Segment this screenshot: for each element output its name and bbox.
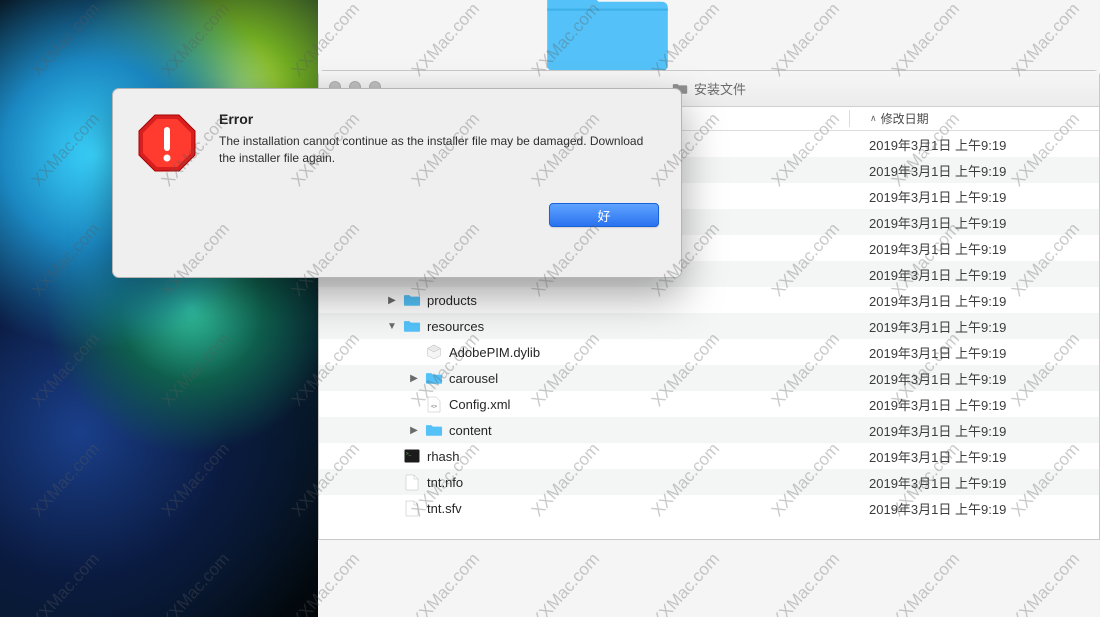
- file-name-cell[interactable]: tnt.sfv: [319, 499, 849, 517]
- alert-title: Error: [219, 111, 659, 127]
- file-date-cell: 2019年3月1日 上午9:19: [849, 135, 1099, 154]
- file-date-cell: 2019年3月1日 上午9:19: [849, 369, 1099, 388]
- file-name-label: tnt.sfv: [427, 501, 462, 516]
- file-name-label: products: [427, 293, 477, 308]
- svg-text:>_: >_: [406, 451, 412, 456]
- disclosure-triangle-icon[interactable]: ▼: [387, 321, 397, 332]
- file-name-cell[interactable]: AdobePIM.dylib: [319, 343, 849, 361]
- alert-message: The installation cannot continue as the …: [219, 133, 659, 168]
- watermark-text: XXMac.com: [528, 549, 604, 617]
- file-name-cell[interactable]: ▶ products: [319, 291, 849, 309]
- table-row[interactable]: ▶ carousel 2019年3月1日 上午9:19: [319, 365, 1099, 391]
- file-name-cell[interactable]: <> Config.xml: [319, 395, 849, 413]
- file-date-cell: 2019年3月1日 上午9:19: [849, 161, 1099, 180]
- folder-icon: [425, 421, 443, 439]
- exec-icon: >_: [403, 447, 421, 465]
- file-name-label: resources: [427, 319, 484, 334]
- file-date-cell: 2019年3月1日 上午9:19: [849, 395, 1099, 414]
- file-name-cell[interactable]: ▼ resources: [319, 317, 849, 335]
- file-date-cell: 2019年3月1日 上午9:19: [849, 239, 1099, 258]
- watermark-text: XXMac.com: [408, 549, 484, 617]
- file-name-label: tnt.nfo: [427, 475, 463, 490]
- doc-icon: [403, 473, 421, 491]
- disclosure-triangle-icon[interactable]: ▶: [387, 295, 397, 306]
- file-date-cell: 2019年3月1日 上午9:19: [849, 473, 1099, 492]
- file-date-cell: 2019年3月1日 上午9:19: [849, 187, 1099, 206]
- disclosure-triangle-icon[interactable]: ▶: [409, 425, 419, 436]
- file-name-label: carousel: [449, 371, 498, 386]
- sort-ascending-icon: ∧: [870, 113, 877, 124]
- file-name-label: rhash: [427, 449, 460, 464]
- watermark-text: XXMac.com: [408, 0, 484, 81]
- doc-icon: [403, 499, 421, 517]
- table-row[interactable]: <> Config.xml 2019年3月1日 上午9:19: [319, 391, 1099, 417]
- error-dialog: Error The installation cannot continue a…: [112, 88, 682, 278]
- file-name-cell[interactable]: >_ rhash: [319, 447, 849, 465]
- desktop-folder-icon[interactable]: [540, 0, 675, 70]
- finder-title-label: 安装文件: [672, 79, 746, 98]
- table-row[interactable]: tnt.sfv 2019年3月1日 上午9:19: [319, 495, 1099, 521]
- file-name-label: AdobePIM.dylib: [449, 345, 540, 360]
- column-header-date[interactable]: ∧ 修改日期: [849, 110, 1099, 127]
- file-date-cell: 2019年3月1日 上午9:19: [849, 291, 1099, 310]
- folder-icon: [403, 317, 421, 335]
- watermark-text: XXMac.com: [648, 549, 724, 617]
- watermark-text: XXMac.com: [888, 549, 964, 617]
- folder-icon: [425, 369, 443, 387]
- file-date-cell: 2019年3月1日 上午9:19: [849, 213, 1099, 232]
- disclosure-triangle-icon[interactable]: ▶: [409, 373, 419, 384]
- xml-icon: <>: [425, 395, 443, 413]
- file-name-label: content: [449, 423, 492, 438]
- svg-text:<>: <>: [431, 404, 437, 410]
- watermark-text: XXMac.com: [888, 0, 964, 81]
- error-icon: [135, 111, 199, 175]
- file-date-cell: 2019年3月1日 上午9:19: [849, 421, 1099, 440]
- dylib-icon: [425, 343, 443, 361]
- table-row[interactable]: ▼ resources 2019年3月1日 上午9:19: [319, 313, 1099, 339]
- table-row[interactable]: tnt.nfo 2019年3月1日 上午9:19: [319, 469, 1099, 495]
- file-date-cell: 2019年3月1日 上午9:19: [849, 317, 1099, 336]
- watermark-text: XXMac.com: [768, 0, 844, 81]
- file-date-cell: 2019年3月1日 上午9:19: [849, 343, 1099, 362]
- folder-icon: [403, 291, 421, 309]
- watermark-text: XXMac.com: [768, 549, 844, 617]
- table-row[interactable]: AdobePIM.dylib 2019年3月1日 上午9:19: [319, 339, 1099, 365]
- watermark-text: XXMac.com: [1008, 549, 1084, 617]
- watermark-text: XXMac.com: [1008, 0, 1084, 81]
- file-name-cell[interactable]: ▶ carousel: [319, 369, 849, 387]
- table-row[interactable]: >_ rhash 2019年3月1日 上午9:19: [319, 443, 1099, 469]
- file-date-cell: 2019年3月1日 上午9:19: [849, 447, 1099, 466]
- file-date-cell: 2019年3月1日 上午9:19: [849, 265, 1099, 284]
- file-name-cell[interactable]: ▶ content: [319, 421, 849, 439]
- table-row[interactable]: ▶ content 2019年3月1日 上午9:19: [319, 417, 1099, 443]
- file-date-cell: 2019年3月1日 上午9:19: [849, 499, 1099, 518]
- file-name-label: Config.xml: [449, 397, 510, 412]
- ok-button[interactable]: 好: [549, 203, 659, 227]
- file-name-cell[interactable]: tnt.nfo: [319, 473, 849, 491]
- table-row[interactable]: ▶ products 2019年3月1日 上午9:19: [319, 287, 1099, 313]
